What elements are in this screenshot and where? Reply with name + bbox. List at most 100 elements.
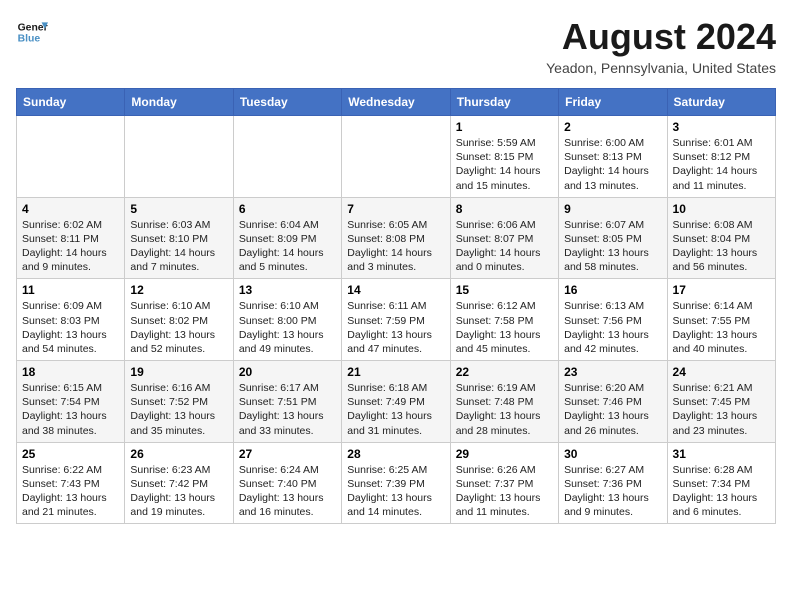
- day-content: Sunrise: 6:22 AM Sunset: 7:43 PM Dayligh…: [22, 463, 119, 520]
- title-block: August 2024 Yeadon, Pennsylvania, United…: [546, 16, 776, 76]
- day-content: Sunrise: 6:13 AM Sunset: 7:56 PM Dayligh…: [564, 299, 661, 356]
- day-content: Sunrise: 6:02 AM Sunset: 8:11 PM Dayligh…: [22, 218, 119, 275]
- calendar-day-22: 22Sunrise: 6:19 AM Sunset: 7:48 PM Dayli…: [450, 361, 558, 443]
- calendar-day-27: 27 Sunrise: 6:24 AM Sunset: 7:40 PM Dayli…: [233, 442, 341, 524]
- day-number: 21: [347, 365, 444, 379]
- day-content: Sunrise: 6:27 AM Sunset: 7:36 PM Dayligh…: [564, 463, 661, 520]
- day-content: Sunrise: 6:16 AM Sunset: 7:52 PM Dayligh…: [130, 381, 227, 438]
- calendar-day-7: 7 Sunrise: 6:05 AM Sunset: 8:08 PM Daylig…: [342, 197, 450, 279]
- day-number: 28: [347, 447, 444, 461]
- calendar-day-29: 29 Sunrise: 6:26 AM Sunset: 7:37 PM Dayli…: [450, 442, 558, 524]
- empty-cell: [17, 116, 125, 198]
- day-content: Sunrise: 6:08 AM Sunset: 8:04 PM Dayligh…: [673, 218, 770, 275]
- weekday-header-wednesday: Wednesday: [342, 89, 450, 116]
- day-number: 19: [130, 365, 227, 379]
- day-content: Sunrise: 6:09 AM Sunset: 8:03 PM Dayligh…: [22, 299, 119, 356]
- calendar-day-2: 2 Sunrise: 6:00 AM Sunset: 8:13 PM Daylig…: [559, 116, 667, 198]
- day-number: 6: [239, 202, 336, 216]
- calendar-day-26: 26 Sunrise: 6:23 AM Sunset: 7:42 PM Dayli…: [125, 442, 233, 524]
- calendar-day-15: 15Sunrise: 6:12 AM Sunset: 7:58 PM Dayli…: [450, 279, 558, 361]
- day-number: 17: [673, 283, 770, 297]
- calendar-day-12: 12Sunrise: 6:10 AM Sunset: 8:02 PM Dayli…: [125, 279, 233, 361]
- day-content: Sunrise: 6:01 AM Sunset: 8:12 PM Dayligh…: [673, 136, 770, 193]
- day-content: Sunrise: 6:04 AM Sunset: 8:09 PM Dayligh…: [239, 218, 336, 275]
- day-number: 1: [456, 120, 553, 134]
- day-number: 10: [673, 202, 770, 216]
- calendar-day-19: 19 Sunrise: 6:16 AM Sunset: 7:52 PM Dayli…: [125, 361, 233, 443]
- day-number: 13: [239, 283, 336, 297]
- day-number: 11: [22, 283, 119, 297]
- weekday-header-sunday: Sunday: [17, 89, 125, 116]
- day-number: 9: [564, 202, 661, 216]
- calendar-day-3: 3 Sunrise: 6:01 AM Sunset: 8:12 PM Daylig…: [667, 116, 775, 198]
- day-content: Sunrise: 6:15 AM Sunset: 7:54 PM Dayligh…: [22, 381, 119, 438]
- calendar-day-14: 14Sunrise: 6:11 AM Sunset: 7:59 PM Dayli…: [342, 279, 450, 361]
- day-number: 25: [22, 447, 119, 461]
- day-number: 27: [239, 447, 336, 461]
- calendar-day-28: 28Sunrise: 6:25 AM Sunset: 7:39 PM Dayli…: [342, 442, 450, 524]
- calendar-day-11: 11 Sunrise: 6:09 AM Sunset: 8:03 PM Dayli…: [17, 279, 125, 361]
- weekday-header-monday: Monday: [125, 89, 233, 116]
- calendar-day-31: 31Sunrise: 6:28 AM Sunset: 7:34 PM Dayli…: [667, 442, 775, 524]
- calendar-week-row: 25 Sunrise: 6:22 AM Sunset: 7:43 PM Dayli…: [17, 442, 776, 524]
- calendar-day-21: 21Sunrise: 6:18 AM Sunset: 7:49 PM Dayli…: [342, 361, 450, 443]
- day-content: Sunrise: 6:05 AM Sunset: 8:08 PM Dayligh…: [347, 218, 444, 275]
- calendar-day-30: 30Sunrise: 6:27 AM Sunset: 7:36 PM Dayli…: [559, 442, 667, 524]
- day-content: Sunrise: 6:26 AM Sunset: 7:37 PM Dayligh…: [456, 463, 553, 520]
- day-content: Sunrise: 6:23 AM Sunset: 7:42 PM Dayligh…: [130, 463, 227, 520]
- day-content: Sunrise: 6:07 AM Sunset: 8:05 PM Dayligh…: [564, 218, 661, 275]
- weekday-header-row: SundayMondayTuesdayWednesdayThursdayFrid…: [17, 89, 776, 116]
- day-content: Sunrise: 6:12 AM Sunset: 7:58 PM Dayligh…: [456, 299, 553, 356]
- day-content: Sunrise: 6:21 AM Sunset: 7:45 PM Dayligh…: [673, 381, 770, 438]
- weekday-header-saturday: Saturday: [667, 89, 775, 116]
- calendar-week-row: 1 Sunrise: 5:59 AM Sunset: 8:15 PM Daylig…: [17, 116, 776, 198]
- calendar-day-24: 24 Sunrise: 6:21 AM Sunset: 7:45 PM Dayli…: [667, 361, 775, 443]
- logo-icon: General Blue: [16, 16, 48, 48]
- day-number: 3: [673, 120, 770, 134]
- day-number: 26: [130, 447, 227, 461]
- calendar-week-row: 11 Sunrise: 6:09 AM Sunset: 8:03 PM Dayli…: [17, 279, 776, 361]
- day-content: Sunrise: 6:06 AM Sunset: 8:07 PM Dayligh…: [456, 218, 553, 275]
- calendar-day-20: 20 Sunrise: 6:17 AM Sunset: 7:51 PM Dayli…: [233, 361, 341, 443]
- calendar-day-9: 9 Sunrise: 6:07 AM Sunset: 8:05 PM Daylig…: [559, 197, 667, 279]
- calendar-day-17: 17 Sunrise: 6:14 AM Sunset: 7:55 PM Dayli…: [667, 279, 775, 361]
- day-content: Sunrise: 6:17 AM Sunset: 7:51 PM Dayligh…: [239, 381, 336, 438]
- svg-text:Blue: Blue: [18, 34, 41, 45]
- calendar-day-25: 25 Sunrise: 6:22 AM Sunset: 7:43 PM Dayli…: [17, 442, 125, 524]
- calendar-day-5: 5Sunrise: 6:03 AM Sunset: 8:10 PM Daylig…: [125, 197, 233, 279]
- day-content: Sunrise: 6:20 AM Sunset: 7:46 PM Dayligh…: [564, 381, 661, 438]
- day-number: 5: [130, 202, 227, 216]
- day-number: 14: [347, 283, 444, 297]
- calendar-week-row: 18 Sunrise: 6:15 AM Sunset: 7:54 PM Dayli…: [17, 361, 776, 443]
- day-number: 24: [673, 365, 770, 379]
- calendar-table: SundayMondayTuesdayWednesdayThursdayFrid…: [16, 88, 776, 524]
- day-number: 7: [347, 202, 444, 216]
- day-number: 18: [22, 365, 119, 379]
- month-year: August 2024: [546, 16, 776, 58]
- calendar-day-16: 16Sunrise: 6:13 AM Sunset: 7:56 PM Dayli…: [559, 279, 667, 361]
- empty-cell: [125, 116, 233, 198]
- day-number: 4: [22, 202, 119, 216]
- calendar-day-23: 23Sunrise: 6:20 AM Sunset: 7:46 PM Dayli…: [559, 361, 667, 443]
- day-content: Sunrise: 6:24 AM Sunset: 7:40 PM Dayligh…: [239, 463, 336, 520]
- calendar-day-1: 1 Sunrise: 5:59 AM Sunset: 8:15 PM Daylig…: [450, 116, 558, 198]
- day-content: Sunrise: 6:14 AM Sunset: 7:55 PM Dayligh…: [673, 299, 770, 356]
- calendar-day-10: 10 Sunrise: 6:08 AM Sunset: 8:04 PM Dayli…: [667, 197, 775, 279]
- day-number: 20: [239, 365, 336, 379]
- day-content: Sunrise: 6:10 AM Sunset: 8:00 PM Dayligh…: [239, 299, 336, 356]
- day-number: 29: [456, 447, 553, 461]
- calendar-week-row: 4 Sunrise: 6:02 AM Sunset: 8:11 PM Daylig…: [17, 197, 776, 279]
- day-content: Sunrise: 6:00 AM Sunset: 8:13 PM Dayligh…: [564, 136, 661, 193]
- calendar-day-8: 8 Sunrise: 6:06 AM Sunset: 8:07 PM Daylig…: [450, 197, 558, 279]
- logo: General Blue: [16, 16, 48, 48]
- day-number: 8: [456, 202, 553, 216]
- empty-cell: [233, 116, 341, 198]
- day-number: 2: [564, 120, 661, 134]
- calendar-day-18: 18 Sunrise: 6:15 AM Sunset: 7:54 PM Dayli…: [17, 361, 125, 443]
- day-content: Sunrise: 5:59 AM Sunset: 8:15 PM Dayligh…: [456, 136, 553, 193]
- day-number: 31: [673, 447, 770, 461]
- calendar-day-4: 4 Sunrise: 6:02 AM Sunset: 8:11 PM Daylig…: [17, 197, 125, 279]
- weekday-header-thursday: Thursday: [450, 89, 558, 116]
- day-content: Sunrise: 6:10 AM Sunset: 8:02 PM Dayligh…: [130, 299, 227, 356]
- weekday-header-tuesday: Tuesday: [233, 89, 341, 116]
